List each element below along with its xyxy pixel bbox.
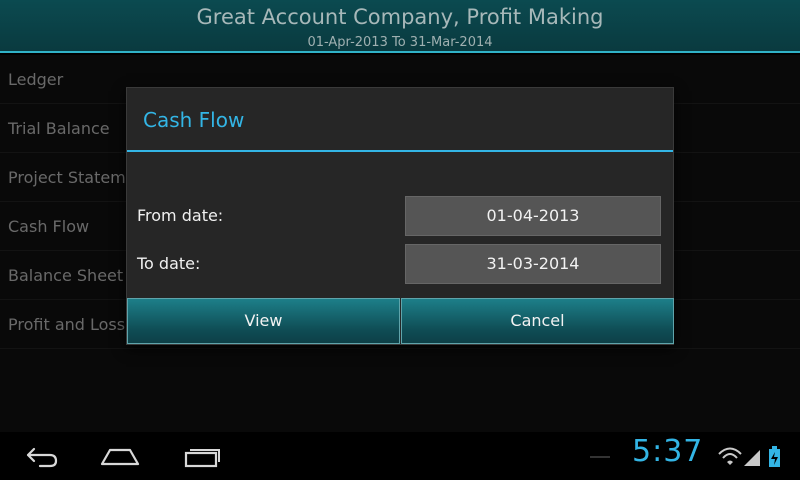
screen: Great Account Company, Profit Making 01-… [0,0,800,480]
to-date-label: To date: [137,254,201,273]
battery-charging-icon [769,446,780,467]
from-date-label: From date: [137,206,224,225]
from-date-row: From date: 01-04-2013 [127,196,673,236]
to-date-field[interactable]: 31-03-2014 [405,244,661,284]
view-button[interactable]: View [127,298,400,344]
dialog-title: Cash Flow [127,88,673,152]
cancel-button[interactable]: Cancel [401,298,674,344]
home-icon[interactable] [100,440,140,474]
from-date-field[interactable]: 01-04-2013 [405,196,661,236]
cash-flow-dialog: Cash Flow From date: 01-04-2013 To date:… [126,87,674,345]
to-date-row: To date: 31-03-2014 [127,244,673,284]
status-clock: 5:37 [632,434,704,469]
period-subtitle: 01-Apr-2013 To 31-Mar-2014 [307,35,493,50]
divider [590,456,610,458]
back-icon[interactable] [22,440,62,474]
system-navigation-bar: 5:37 [0,432,800,480]
signal-icon [744,450,760,466]
dialog-button-bar: View Cancel [127,298,674,344]
wifi-icon [718,447,742,465]
status-icons [716,444,796,474]
recent-apps-icon[interactable] [182,440,222,474]
app-header: Great Account Company, Profit Making 01-… [0,0,800,53]
company-title: Great Account Company, Profit Making [196,5,604,29]
